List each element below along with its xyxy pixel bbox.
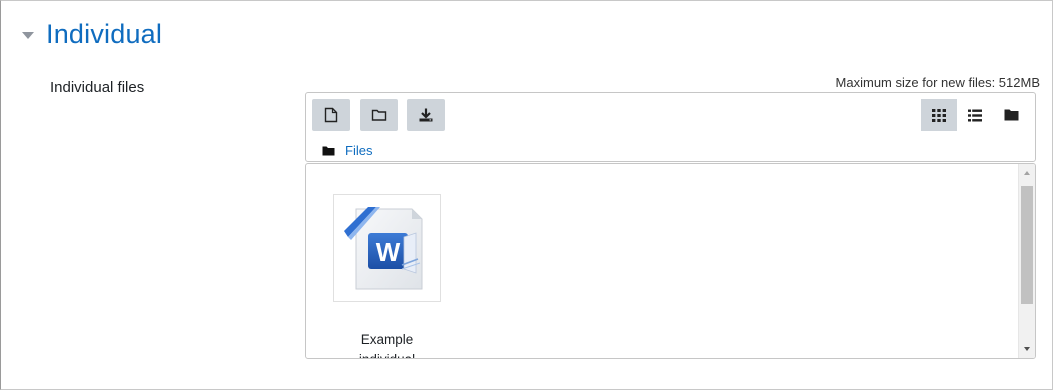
scroll-up-icon[interactable]	[1024, 171, 1030, 175]
filemanager-toolbar: Files	[305, 92, 1036, 162]
svg-text:W: W	[376, 237, 401, 267]
field-label: Individual files	[50, 79, 145, 96]
folder-icon	[322, 146, 335, 155]
section-header-individual[interactable]: Individual	[22, 14, 162, 54]
tree-view-button[interactable]	[993, 99, 1029, 131]
breadcrumb: Files	[322, 143, 372, 158]
max-size-note: Maximum size for new files: 512MB	[835, 75, 1040, 90]
download-all-button[interactable]	[407, 99, 445, 131]
folder-icon	[1004, 109, 1018, 121]
folder-icon	[371, 109, 387, 121]
word-document-icon: W	[344, 207, 423, 290]
download-icon	[419, 108, 433, 122]
file-icon	[324, 107, 338, 123]
file-name[interactable]: Example individual	[333, 330, 441, 358]
icons-view-button[interactable]	[921, 99, 957, 131]
scroll-thumb[interactable]	[1021, 186, 1033, 304]
list-view-button[interactable]	[957, 99, 993, 131]
caret-down-icon[interactable]	[22, 31, 34, 39]
list-icon	[968, 109, 982, 121]
grid-icon	[932, 108, 946, 122]
view-switcher	[921, 99, 1029, 131]
section-title[interactable]: Individual	[46, 19, 162, 50]
scroll-down-icon[interactable]	[1024, 347, 1030, 351]
add-file-button[interactable]	[312, 99, 350, 131]
vertical-scrollbar[interactable]	[1018, 164, 1035, 358]
filemanager-content: W Example individual	[305, 163, 1036, 359]
breadcrumb-files-link[interactable]: Files	[345, 143, 372, 158]
file-thumbnail[interactable]: W	[333, 194, 441, 302]
create-folder-button[interactable]	[360, 99, 398, 131]
file-item[interactable]: W Example individual	[333, 194, 445, 358]
